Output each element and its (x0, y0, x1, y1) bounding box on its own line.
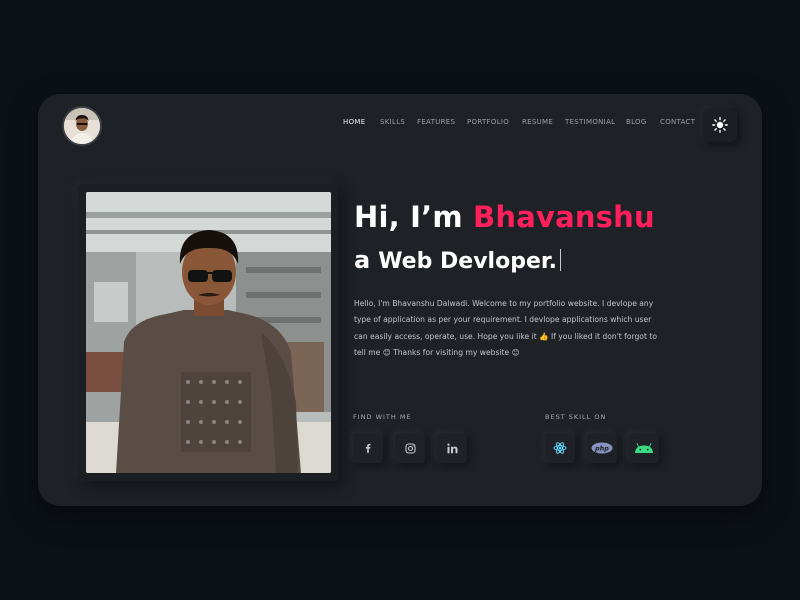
profile-photo (86, 192, 331, 473)
linkedin-icon (446, 443, 457, 453)
hero-role-text: Web Devloper. (378, 249, 557, 274)
react-icon (553, 442, 567, 454)
nav-item-contact[interactable]: CONTACT (660, 118, 695, 126)
avatar[interactable] (62, 106, 102, 146)
instagram-button[interactable] (395, 433, 425, 463)
nav-item-testimonial[interactable]: TESTIMONIAL (565, 118, 615, 126)
instagram-icon (404, 442, 416, 454)
sun-icon (712, 117, 728, 133)
nav-item-home[interactable]: HOME (343, 118, 365, 126)
nav-item-features[interactable]: FEATURES (417, 118, 455, 126)
social-label: FIND WITH ME (353, 413, 412, 421)
facebook-icon (365, 443, 371, 453)
theme-toggle-button[interactable] (703, 108, 737, 142)
svg-text:php: php (594, 444, 609, 452)
hero-name: Bhavanshu (473, 200, 655, 234)
nav-item-skills[interactable]: SKILLS (380, 118, 405, 126)
react-skill-badge (545, 433, 575, 463)
about-text: Hello, I'm Bhavanshu Dalwadi. Welcome to… (354, 298, 657, 358)
android-skill-badge (629, 433, 659, 463)
linkedin-button[interactable] (437, 433, 467, 463)
hero-role: a Web Devloper. (354, 246, 561, 274)
facebook-button[interactable] (353, 433, 383, 463)
avatar-image (64, 108, 100, 144)
hero-role-prefix: a (354, 246, 371, 274)
nav-item-resume[interactable]: RESUME (522, 118, 553, 126)
nav-item-blog[interactable]: BLOG (626, 118, 647, 126)
main-nav: HOME SKILLS FEATURES PORTFOLIO RESUME TE… (330, 118, 700, 132)
android-icon (635, 443, 653, 453)
skills-label: BEST SKILL ON (545, 413, 607, 421)
nav-item-portfolio[interactable]: PORTFOLIO (467, 118, 509, 126)
php-icon: php (591, 442, 613, 454)
typing-cursor (559, 249, 561, 271)
hero-greeting-text: Hi, I’m (354, 200, 474, 234)
php-skill-badge: php (587, 433, 617, 463)
hero-greeting: Hi, I’m Bhavanshu (354, 200, 655, 234)
